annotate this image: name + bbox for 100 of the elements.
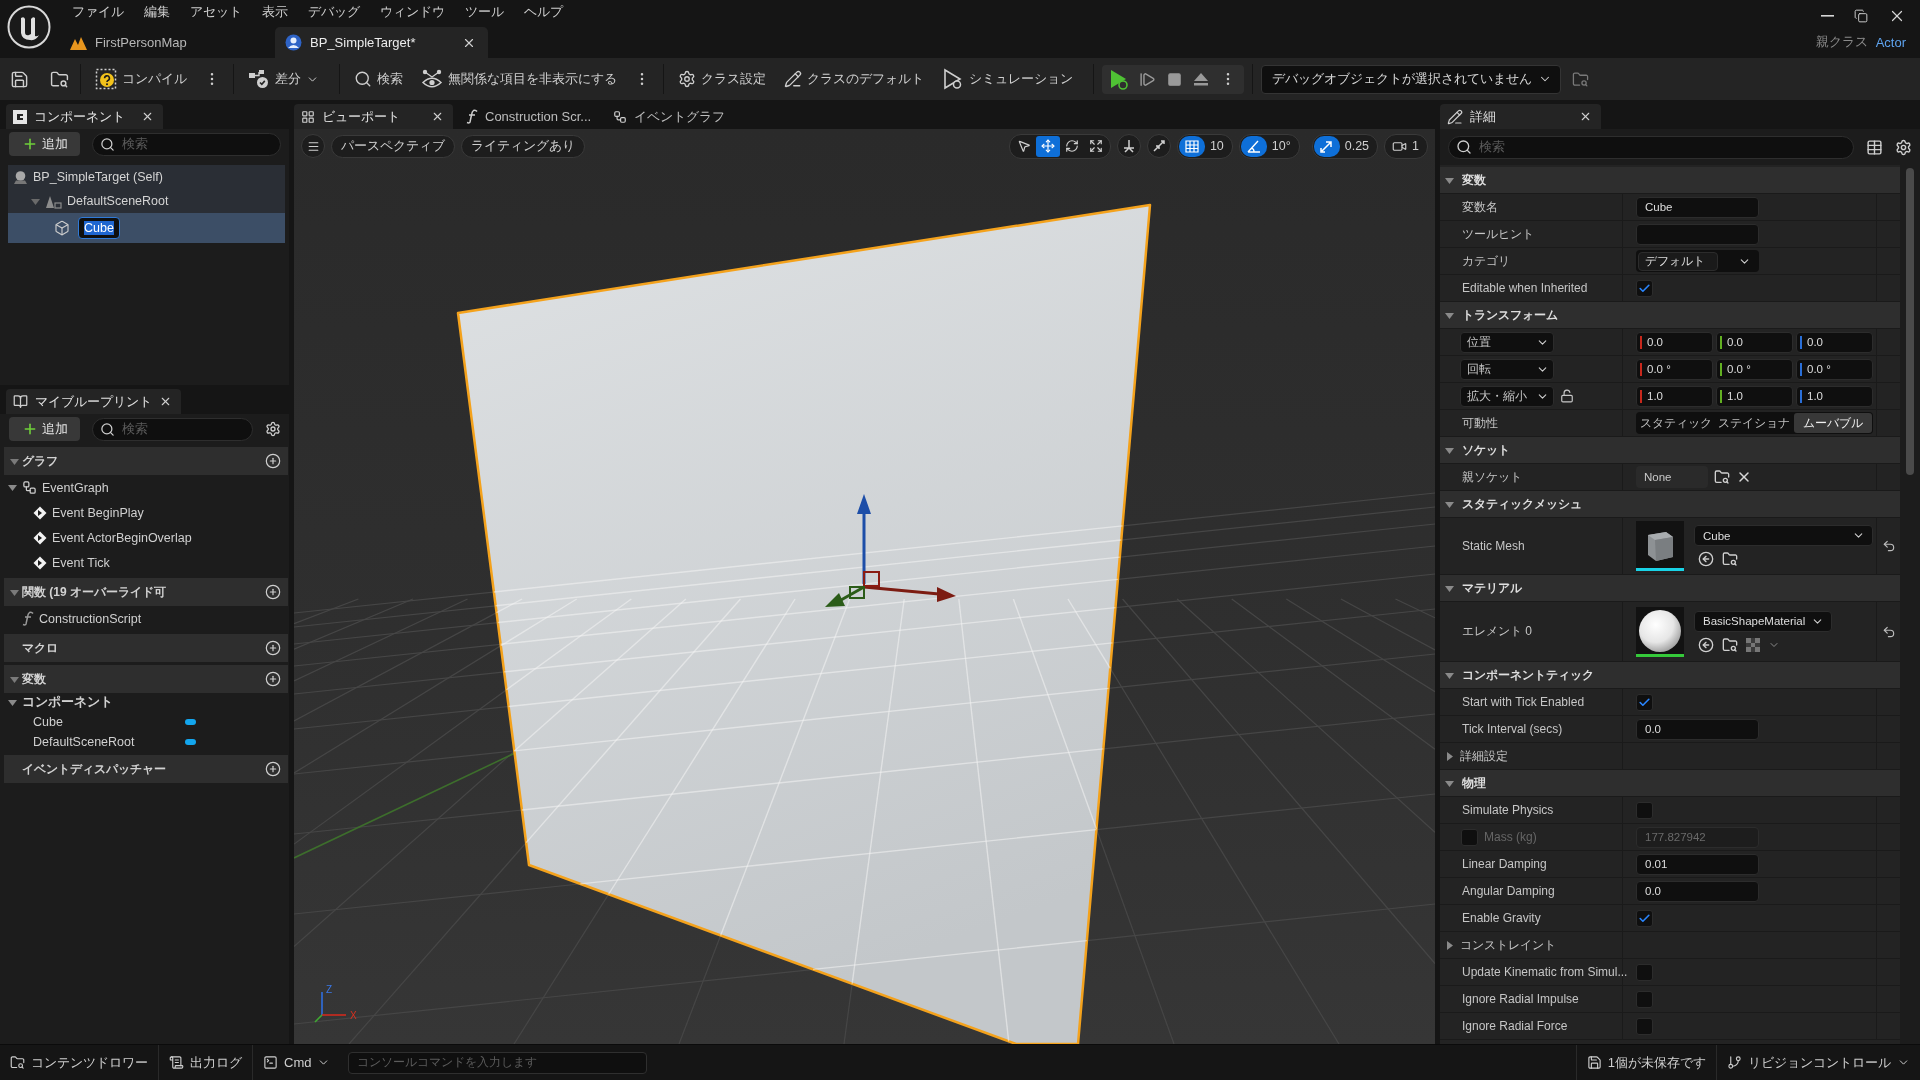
number-field[interactable]: 0.0 — [1796, 331, 1873, 353]
text-field[interactable] — [1636, 223, 1759, 245]
number-field[interactable]: 1.0 — [1636, 385, 1713, 407]
section-header[interactable]: 変数 — [4, 665, 288, 693]
transform-mode-dropdown[interactable]: 回転 — [1460, 358, 1554, 380]
panel-tab[interactable]: マイブループリント — [6, 389, 181, 414]
cmd-button[interactable]: Cmd — [253, 1045, 341, 1080]
cube-thumbnail-icon[interactable] — [1636, 521, 1684, 571]
content-drawer-button[interactable]: コンテンツドロワー — [0, 1045, 158, 1080]
editor-tab[interactable]: ビューポート — [294, 104, 453, 129]
class-defaults-button[interactable]: クラスのデフォルト — [778, 63, 930, 95]
browse-icon[interactable] — [1722, 551, 1738, 567]
move-gizmo[interactable] — [825, 494, 956, 607]
reset-icon[interactable] — [1881, 539, 1896, 553]
section-header[interactable]: 変数 — [1440, 167, 1900, 194]
number-field[interactable]: 1.0 — [1716, 385, 1793, 407]
move-tool-button[interactable] — [1035, 135, 1060, 157]
compile-button[interactable]: コンパイル — [89, 63, 193, 95]
caret-icon[interactable] — [31, 196, 40, 206]
restore-button[interactable] — [1854, 9, 1868, 23]
number-field[interactable]: 0.0 ° — [1636, 358, 1713, 380]
number-field[interactable]: 0.0 ° — [1716, 358, 1793, 380]
add-icon[interactable] — [265, 640, 281, 656]
open-padlock-icon[interactable] — [1560, 389, 1574, 403]
close-icon[interactable] — [141, 110, 154, 123]
number-field[interactable]: 0.0 — [1636, 331, 1713, 353]
add-button[interactable]: 追加 — [9, 132, 80, 156]
component-tree-item[interactable]: DefaultSceneRoot — [8, 189, 285, 213]
panel-tab[interactable]: コンポーネント — [6, 104, 163, 129]
close-icon[interactable] — [1579, 110, 1592, 123]
asset-dropdown[interactable]: BasicShapeMaterial — [1694, 610, 1833, 632]
section-header[interactable]: イベントディスパッチャー — [4, 755, 288, 783]
caret-icon[interactable] — [1445, 751, 1454, 761]
section-header[interactable]: トランスフォーム — [1440, 302, 1900, 329]
blueprint-item[interactable]: Event Tick — [0, 550, 289, 575]
number-field[interactable]: 0.0 — [1636, 880, 1759, 902]
browse-icon[interactable] — [1714, 469, 1730, 485]
component-tree-item[interactable]: Cube — [8, 213, 285, 243]
number-field[interactable]: 0.0 — [1716, 331, 1793, 353]
add-icon[interactable] — [265, 453, 281, 469]
caret-icon[interactable] — [10, 456, 19, 466]
checkbox[interactable] — [1636, 963, 1653, 981]
hide-unrelated-button[interactable]: 無関係な項目を非表示にする — [415, 63, 623, 95]
blueprint-item[interactable]: Event BeginPlay — [0, 500, 289, 525]
editor-tab[interactable]: Construction Scr... — [459, 104, 601, 129]
rename-field[interactable]: Cube — [78, 217, 120, 239]
unsaved-button[interactable]: 1個が未保存です — [1576, 1045, 1716, 1080]
caret-icon[interactable] — [1445, 310, 1454, 320]
caret-icon[interactable] — [1445, 778, 1454, 788]
checkbox[interactable] — [1636, 279, 1653, 297]
settings-icon[interactable] — [265, 421, 281, 437]
simulation-button[interactable]: シミュレーション — [936, 63, 1079, 95]
sphere-thumbnail-icon[interactable] — [1636, 606, 1684, 657]
class-settings-button[interactable]: クラス設定 — [672, 63, 772, 95]
table-icon[interactable] — [1866, 138, 1883, 156]
blueprint-item[interactable]: Event ActorBeginOverlap — [0, 525, 289, 550]
segment-option[interactable]: ステイショナ — [1715, 413, 1794, 433]
use-selected-icon[interactable] — [1698, 551, 1714, 567]
add-icon[interactable] — [265, 761, 281, 777]
transform-mode-dropdown[interactable]: 拡大・縮小 — [1460, 385, 1554, 407]
close-icon[interactable] — [159, 395, 172, 408]
menu-item[interactable]: デバッグ — [298, 3, 370, 21]
caret-icon[interactable] — [1445, 670, 1454, 680]
checkbox[interactable] — [1636, 909, 1653, 927]
checkbox[interactable] — [1636, 801, 1653, 819]
browse-icon[interactable] — [1722, 636, 1738, 653]
section-header[interactable]: 物理 — [1440, 770, 1900, 797]
component-tree-item[interactable]: BP_SimpleTarget (Self) — [8, 165, 285, 189]
caret-icon[interactable] — [1445, 445, 1454, 455]
close-icon[interactable] — [431, 110, 444, 123]
section-header[interactable]: マテリアル — [1440, 575, 1900, 602]
blueprint-item[interactable]: EventGraph — [0, 475, 289, 500]
clear-icon[interactable] — [1736, 469, 1752, 485]
document-tab[interactable]: FirstPersonMap — [60, 27, 273, 58]
selected-plane-mesh[interactable] — [456, 203, 1152, 1044]
document-tab[interactable]: BP_SimpleTarget* — [275, 27, 488, 58]
checkbox[interactable] — [1636, 990, 1653, 1008]
add-icon[interactable] — [265, 584, 281, 600]
number-field[interactable]: 1.0 — [1796, 385, 1873, 407]
debug-object-dropdown[interactable]: デバッグオブジェクトが選択されていません — [1261, 64, 1561, 94]
section-header[interactable]: グラフ — [4, 447, 288, 475]
caret-icon[interactable] — [10, 587, 19, 597]
number-field[interactable]: 0.0 ° — [1796, 358, 1873, 380]
number-field[interactable]: 0.01 — [1636, 853, 1759, 875]
transform-mode-dropdown[interactable]: 位置 — [1460, 331, 1554, 353]
category-header[interactable]: コンポーネント — [0, 693, 289, 712]
add-button[interactable]: 追加 — [9, 417, 80, 441]
category-dropdown[interactable]: デフォルト — [1636, 250, 1759, 272]
find-button[interactable]: 検索 — [348, 63, 409, 95]
app-logo-icon[interactable] — [7, 5, 51, 49]
socket-field[interactable]: None — [1636, 466, 1708, 488]
menu-item[interactable]: ファイル — [62, 3, 134, 21]
menu-item[interactable]: ヘルプ — [514, 3, 573, 21]
section-header[interactable]: コンポーネントティック — [1440, 662, 1900, 689]
menu-item[interactable]: ウィンドウ — [370, 3, 455, 21]
blueprint-item[interactable]: DefaultSceneRoot — [0, 732, 289, 752]
use-selected-icon[interactable] — [1698, 636, 1714, 653]
section-header[interactable]: 関数 (19 オーバーライド可 — [4, 578, 288, 606]
caret-icon[interactable] — [1445, 499, 1454, 509]
caret-icon[interactable] — [1445, 583, 1454, 593]
